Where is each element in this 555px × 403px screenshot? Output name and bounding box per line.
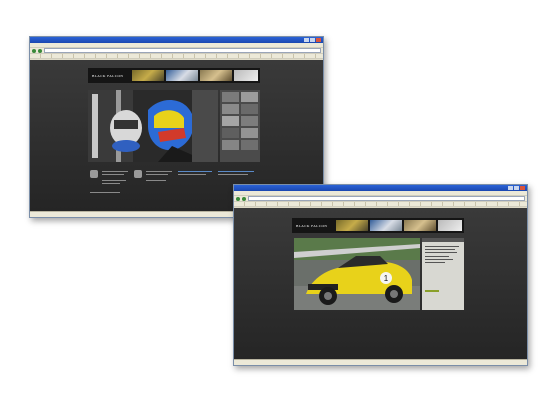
browser-window-2: BLACK FALCON 1: [233, 184, 528, 366]
footer-icon: [134, 170, 142, 178]
maximize-icon[interactable]: [310, 38, 315, 42]
grid-thumb[interactable]: [222, 140, 239, 150]
site-header: BLACK FALCON: [292, 218, 464, 233]
address-bar[interactable]: [248, 196, 525, 201]
address-bar[interactable]: [44, 48, 321, 53]
header-thumb-4[interactable]: [438, 220, 462, 231]
driver-illustration: [88, 90, 218, 162]
footer-icon: [90, 170, 98, 178]
header-thumb-3[interactable]: [200, 70, 232, 81]
close-icon[interactable]: [520, 186, 525, 190]
grid-thumb[interactable]: [222, 128, 239, 138]
grid-thumb[interactable]: [241, 140, 258, 150]
back-icon[interactable]: [236, 196, 240, 201]
svg-text:1: 1: [384, 274, 389, 283]
grid-thumb[interactable]: [241, 92, 258, 102]
grid-thumb[interactable]: [222, 92, 239, 102]
grid-thumb[interactable]: [222, 104, 239, 114]
grid-thumb[interactable]: [222, 116, 239, 126]
race-car-illustration: 1: [294, 238, 420, 310]
header-thumb-1[interactable]: [336, 220, 368, 231]
hero-race-car-photo: 1: [294, 238, 420, 310]
window-title-bar: [30, 37, 323, 43]
forward-icon[interactable]: [242, 196, 246, 201]
thumbnail-grid: [220, 90, 260, 162]
header-thumb-2[interactable]: [370, 220, 402, 231]
site-header: BLACK FALCON: [88, 68, 260, 83]
rating-stars[interactable]: [425, 290, 439, 292]
status-bar: [234, 359, 527, 365]
close-icon[interactable]: [316, 38, 321, 42]
window-title-bar: [234, 185, 527, 191]
minimize-icon[interactable]: [508, 186, 513, 190]
header-thumb-3[interactable]: [404, 220, 436, 231]
back-icon[interactable]: [32, 48, 36, 53]
grid-thumb[interactable]: [241, 116, 258, 126]
site-logo[interactable]: BLACK FALCON: [92, 74, 123, 78]
web-page: BLACK FALCON 1: [234, 208, 527, 359]
header-thumb-2[interactable]: [166, 70, 198, 81]
forward-icon[interactable]: [38, 48, 42, 53]
header-thumb-4[interactable]: [234, 70, 258, 81]
hero-driver-photo: [88, 90, 218, 162]
grid-thumb[interactable]: [241, 128, 258, 138]
info-sidebar: [422, 238, 464, 310]
grid-thumb[interactable]: [241, 104, 258, 114]
maximize-icon[interactable]: [514, 186, 519, 190]
site-logo[interactable]: BLACK FALCON: [296, 224, 327, 228]
header-thumb-1[interactable]: [132, 70, 164, 81]
minimize-icon[interactable]: [304, 38, 309, 42]
